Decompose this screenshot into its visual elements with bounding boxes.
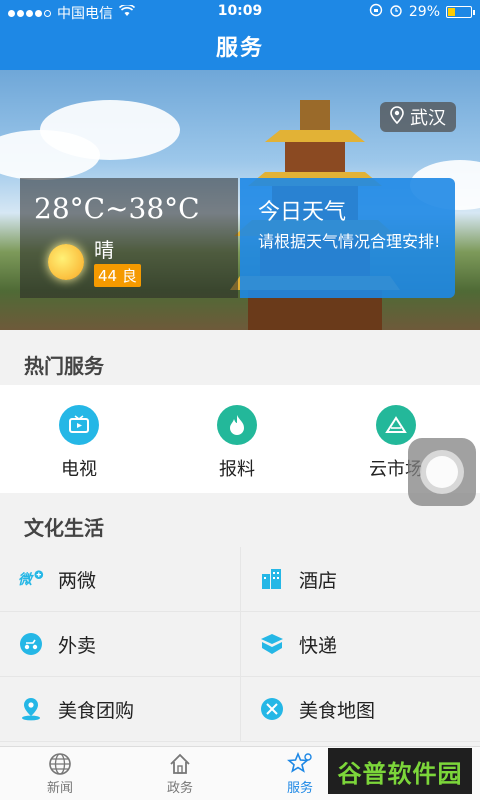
service-label: 报料: [219, 459, 255, 480]
culture-item-weibo-weixin[interactable]: 微 两微: [0, 547, 240, 612]
home-icon: [120, 751, 240, 777]
sun-icon: [48, 244, 84, 280]
culture-item-express[interactable]: 快递: [240, 612, 480, 677]
watermark: 谷普软件园: [328, 748, 472, 794]
weather-banner[interactable]: 武汉 28°C~38°C 晴 44 良 今日天气 请根据天气情况合理安排!: [0, 70, 480, 330]
service-report[interactable]: 报料: [177, 405, 297, 481]
weather-tip-title: 今日天气: [258, 200, 347, 225]
culture-item-label: 美食地图: [299, 699, 376, 722]
culture-item-takeout[interactable]: 外卖: [0, 612, 240, 677]
service-label: 电视: [61, 459, 97, 480]
battery-label: 29%: [408, 4, 440, 20]
cloud-market-icon: [376, 405, 416, 445]
culture-item-label: 两微: [58, 569, 97, 592]
weather-panel: 28°C~38°C 晴 44 良: [20, 178, 238, 298]
tab-news[interactable]: 新闻: [0, 751, 120, 796]
temperature-range: 28°C~38°C: [34, 192, 200, 225]
culture-item-group-buy[interactable]: 美食团购: [0, 677, 240, 742]
weather-tip-panel: 今日天气 请根据天气情况合理安排!: [240, 178, 455, 298]
culture-item-label: 美食团购: [58, 699, 135, 722]
express-icon: [259, 631, 285, 657]
location-label: 武汉: [410, 108, 446, 129]
cloud: [0, 130, 100, 180]
food-map-icon: [259, 696, 285, 722]
svg-text:微: 微: [18, 572, 34, 588]
tv-icon: [59, 405, 99, 445]
tab-label: 政务: [166, 781, 193, 796]
delivery-icon: [18, 631, 44, 657]
status-bar: 中国电信 10:09 29%: [0, 0, 480, 24]
culture-item-hotel[interactable]: 酒店: [240, 547, 480, 612]
weather-tip-text: 请根据天气情况合理安排!: [258, 232, 441, 251]
weather-condition: 晴: [94, 238, 114, 262]
location-pin-icon: [390, 105, 404, 129]
weibo-weixin-icon: 微: [18, 566, 44, 592]
culture-life-title: 文化生活: [24, 516, 104, 540]
globe-icon: [0, 751, 120, 777]
location-chip[interactable]: 武汉: [380, 102, 456, 132]
rotation-lock-icon: [369, 3, 383, 21]
assistive-touch-button[interactable]: [408, 438, 476, 506]
service-tv[interactable]: 电视: [19, 405, 139, 481]
flame-icon: [217, 405, 257, 445]
tab-label: 新闻: [46, 781, 73, 796]
hotel-icon: [259, 566, 285, 592]
tab-government[interactable]: 政务: [120, 751, 240, 796]
culture-item-label: 酒店: [299, 569, 338, 592]
culture-item-food-map[interactable]: 美食地图: [240, 677, 480, 742]
alarm-icon: [389, 3, 403, 21]
hot-services-title: 热门服务: [24, 354, 104, 378]
aqi-badge: 44 良: [94, 264, 141, 287]
battery-icon: [446, 6, 475, 18]
top-bar: 中国电信 10:09 29% 服务: [0, 0, 480, 70]
page-title: 服务: [215, 36, 264, 61]
culture-item-label: 外卖: [58, 634, 97, 657]
group-buy-icon: [18, 696, 44, 722]
culture-item-label: 快递: [299, 634, 338, 657]
